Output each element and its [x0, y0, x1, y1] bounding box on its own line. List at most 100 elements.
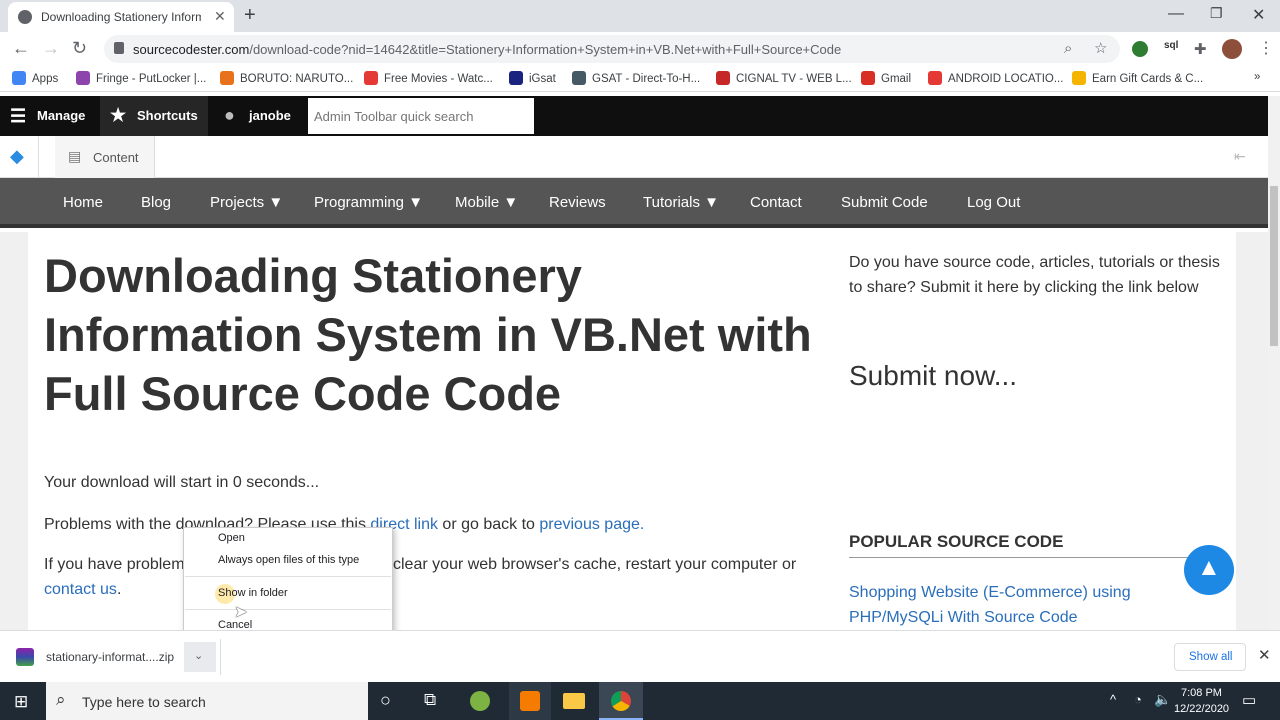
bookmark-item[interactable]: BORUTO: NARUTO...	[220, 71, 353, 85]
restore-icon[interactable]: ❐	[1210, 5, 1223, 22]
content-tab[interactable]: ▤ Content	[55, 136, 155, 178]
zoom-icon[interactable]: ⌕	[1064, 40, 1072, 57]
clock-time[interactable]: 7:08 PM	[1181, 687, 1222, 699]
nav-programming[interactable]: Programming ▼	[314, 194, 423, 211]
task-view-icon[interactable]: ⧉	[424, 690, 436, 710]
page-scrollbar[interactable]	[1268, 96, 1280, 630]
download-options-button[interactable]: ⌄	[184, 642, 216, 672]
clock-date[interactable]: 12/22/2020	[1174, 703, 1229, 715]
taskbar-search-box[interactable]: ⌕ Type here to search	[46, 682, 368, 720]
user-button[interactable]: janobe	[249, 108, 291, 123]
nav-tutorials[interactable]: Tutorials ▼	[643, 194, 719, 211]
download-item[interactable]: stationary-informat....zip ⌄	[0, 631, 220, 683]
nav-submit-code[interactable]: Submit Code	[841, 194, 928, 211]
network-icon[interactable]: ◔	[1134, 692, 1142, 707]
menu-show-in-folder[interactable]: Show in folder	[218, 587, 288, 599]
globe-icon	[18, 10, 32, 24]
drupal-icon[interactable]: ◆	[10, 146, 24, 167]
bookmarks-bar: Apps Fringe - PutLocker |... BORUTO: NAR…	[0, 66, 1280, 92]
download-context-menu: Open Always open files of this type Show…	[183, 527, 393, 639]
popular-item-link[interactable]: Shopping Website (E-Commerce) using PHP/…	[849, 580, 1169, 630]
document-icon: ▤	[68, 148, 82, 164]
submit-prompt: Do you have source code, articles, tutor…	[849, 254, 1220, 296]
url-text[interactable]: sourcecodester.com/download-code?nid=146…	[133, 42, 841, 57]
bookmark-apps[interactable]: Apps	[12, 71, 58, 85]
app-icon[interactable]	[470, 691, 490, 711]
volume-icon[interactable]: 🔈	[1154, 691, 1171, 708]
extension-globe-icon[interactable]	[1132, 41, 1148, 57]
nav-reviews[interactable]: Reviews	[549, 194, 606, 211]
nav-blog[interactable]: Blog	[141, 194, 171, 211]
minimize-icon[interactable]: —	[1168, 5, 1184, 23]
countdown-text: Your download will start in 0 seconds...	[44, 474, 320, 491]
content-label: Content	[93, 150, 139, 165]
admin-search-input[interactable]	[308, 98, 534, 134]
search-icon: ⌕	[56, 690, 66, 709]
bookmark-item[interactable]: Earn Gift Cards & C...	[1072, 71, 1203, 85]
notifications-icon[interactable]: ▭	[1242, 691, 1256, 709]
show-all-button[interactable]: Show all	[1174, 643, 1246, 671]
contact-us-link[interactable]: contact us	[44, 581, 117, 598]
popular-heading: POPULAR SOURCE CODE	[849, 532, 1064, 551]
profile-avatar[interactable]	[1222, 39, 1242, 59]
browser-menu-icon[interactable]: ⋮	[1258, 38, 1274, 58]
more-bookmarks-icon[interactable]: »	[1254, 71, 1260, 83]
nav-contact[interactable]: Contact	[750, 194, 802, 211]
download-filename: stationary-informat....zip	[46, 650, 175, 664]
if-problems-text-rest: clear your web browser's cache, restart …	[393, 556, 797, 573]
bookmark-icon	[220, 71, 234, 85]
admin-toolbar: ☰ Manage ★ Shortcuts ● janobe	[0, 96, 1280, 136]
shortcuts-button[interactable]: Shortcuts	[137, 108, 198, 123]
chrome-taskbar-button[interactable]	[599, 682, 643, 720]
bookmark-star-icon[interactable]: ☆	[1094, 39, 1107, 57]
window-close-icon[interactable]: ✕	[1252, 5, 1265, 25]
nav-log-out[interactable]: Log Out	[967, 194, 1020, 211]
bookmark-item[interactable]: GSAT - Direct-To-H...	[572, 71, 700, 85]
sublime-icon	[520, 691, 540, 711]
address-bar[interactable]: sourcecodester.com/download-code?nid=146…	[104, 35, 1120, 63]
extensions-puzzle-icon[interactable]: ✚	[1194, 40, 1207, 58]
close-download-bar-icon[interactable]: ✕	[1258, 646, 1271, 664]
previous-page-link[interactable]: previous page	[539, 516, 640, 533]
bookmark-item[interactable]: Fringe - PutLocker |...	[76, 71, 206, 85]
nav-mobile[interactable]: Mobile ▼	[455, 194, 518, 211]
bookmark-item[interactable]: Gmail	[861, 71, 911, 85]
tab-close-icon[interactable]: ✕	[214, 8, 226, 25]
nav-projects[interactable]: Projects ▼	[210, 194, 283, 211]
scroll-top-button[interactable]: ▲	[1184, 545, 1234, 595]
new-tab-button[interactable]: +	[244, 4, 256, 27]
manage-button[interactable]: Manage	[37, 108, 85, 123]
youtube-icon	[928, 71, 942, 85]
menu-separator	[185, 609, 391, 610]
bookmark-item[interactable]: CIGNAL TV - WEB L...	[716, 71, 852, 85]
cortana-icon[interactable]: ○	[380, 690, 391, 711]
bookmark-item[interactable]: iGsat	[509, 71, 556, 85]
reload-icon[interactable]: ↻	[72, 38, 87, 59]
forward-icon[interactable]: →	[42, 38, 60, 59]
zip-file-icon	[16, 648, 34, 666]
scrollbar-thumb[interactable]	[1270, 186, 1278, 346]
back-icon[interactable]: ←	[12, 38, 30, 59]
extension-sql-icon[interactable]: sql	[1164, 40, 1178, 51]
if-problems-text-start: If you have problem	[44, 556, 185, 573]
nav-home[interactable]: Home	[63, 194, 103, 211]
chevron-down-icon: ⌄	[194, 650, 204, 662]
tab-title: Downloading Stationery Informa	[41, 10, 201, 24]
page-title: Downloading Stationery Information Syste…	[44, 249, 812, 420]
bookmark-icon	[572, 71, 586, 85]
browser-tab[interactable]: Downloading Stationery Informa ✕	[8, 2, 234, 32]
file-explorer-icon[interactable]	[563, 693, 585, 709]
tray-chevron-icon[interactable]: ^	[1110, 692, 1116, 707]
bookmark-item[interactable]: ANDROID LOCATIO...	[928, 71, 1063, 85]
gmail-icon	[861, 71, 875, 85]
tab-strip: Downloading Stationery Informa ✕ + — ❐ ✕	[0, 0, 1280, 32]
submit-now-link[interactable]: Submit now...	[849, 360, 1017, 392]
collapse-tray-icon[interactable]: ⇤	[1234, 148, 1246, 165]
menu-open[interactable]: Open	[218, 532, 245, 544]
windows-start-icon[interactable]: ⊞	[14, 692, 28, 712]
sublime-taskbar-button[interactable]	[509, 682, 551, 720]
bookmark-item[interactable]: Free Movies - Watc...	[364, 71, 493, 85]
menu-always-open[interactable]: Always open files of this type	[218, 554, 359, 566]
download-divider	[220, 639, 221, 675]
bookmark-icon	[364, 71, 378, 85]
